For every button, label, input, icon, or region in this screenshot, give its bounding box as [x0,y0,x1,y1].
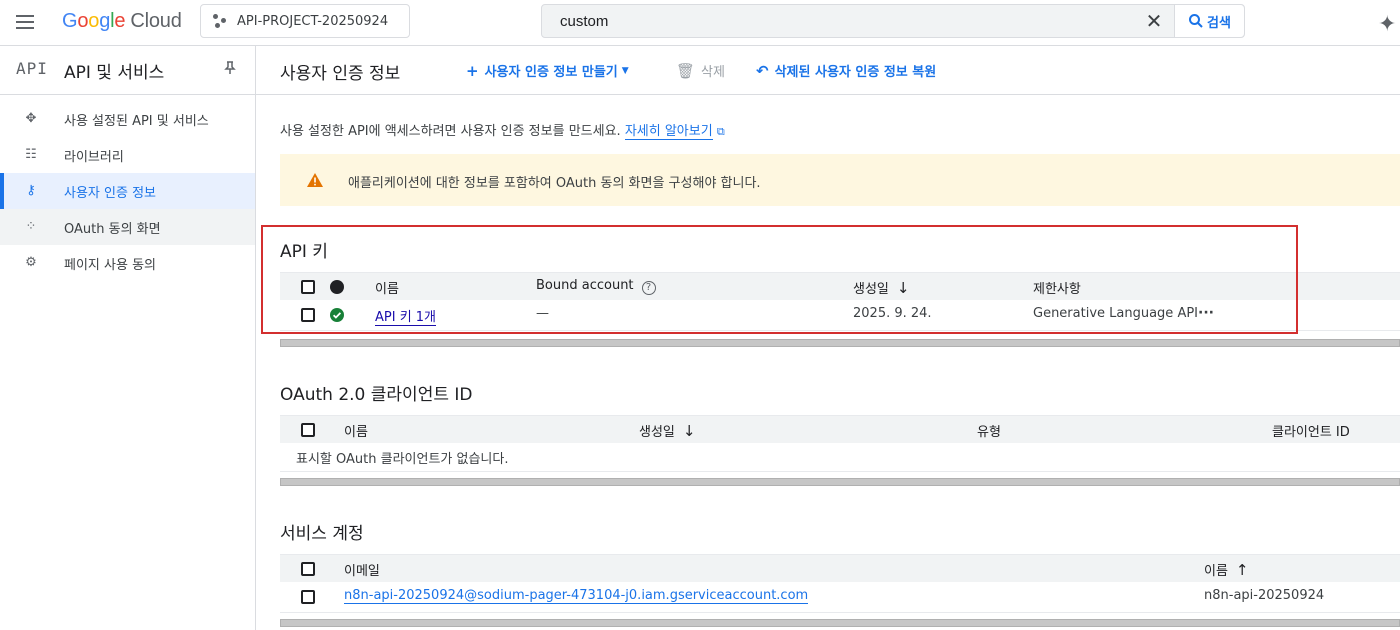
column-bound-account: Bound account? [536,278,656,295]
search-icon [1189,14,1203,28]
select-all-checkbox[interactable] [301,280,315,294]
column-name[interactable]: 이름 ↑ [1204,560,1249,579]
api-keys-table: 이름 Bound account? 생성일 ↓ 제한사항 API 키 1개 — 2… [280,272,1400,347]
key-icon: ⚷ [26,183,36,198]
table-row: n8n-api-20250924@sodium-pager-473104-j0.… [280,582,1400,613]
check-circle-icon [330,308,344,322]
select-all-checkbox[interactable] [301,423,315,437]
sidebar-item-label: 사용 설정된 API 및 서비스 [64,114,209,129]
dropdown-arrow-icon: ▼ [621,65,629,76]
bound-account-value: — [536,306,549,321]
top-bar: GoogleCloud API-PROJECT-20250924 ✕ 검색 ✦ [0,0,1400,46]
select-all-checkbox[interactable] [301,562,315,576]
sort-down-icon: ↓ [896,279,910,297]
service-accounts-title: 서비스 계정 [280,524,364,544]
column-created[interactable]: 생성일 ↓ [639,421,695,440]
column-created[interactable]: 생성일 ↓ [853,278,909,297]
sidebar-title: API 및 서비스 [64,63,165,83]
sidebar-item-credentials[interactable]: ⚷ 사용자 인증 정보 [0,173,255,209]
sidebar-header: API API 및 서비스 [0,46,255,95]
sidebar-item-label: 라이브러리 [64,150,124,165]
sidebar: API API 및 서비스 ✥ 사용 설정된 API 및 서비스 ☷ 라이브러리… [0,46,256,630]
oauth-table: 이름 생성일 ↓ 유형 클라이언트 ID 표시할 OAuth 클라이언트가 없습니… [280,415,1400,486]
sidebar-item-oauth-consent[interactable]: ⁘ OAuth 동의 화면 [0,209,255,245]
warning-banner: 애플리케이션에 대한 정보를 포함하여 OAuth 동의 화면을 구성해야 합니… [280,154,1400,206]
oauth-icon: ⁘ [25,219,37,234]
empty-row: 표시할 OAuth 클라이언트가 없습니다. [280,443,1400,472]
project-name: API-PROJECT-20250924 [237,13,389,29]
table-row: API 키 1개 — 2025. 9. 24. Generative Langu… [280,300,1400,331]
row-checkbox[interactable] [301,308,315,322]
api-keys-title: API 키 [280,242,328,262]
table-header: 이름 Bound account? 생성일 ↓ 제한사항 [280,272,1400,300]
services-icon: ✥ [25,111,37,126]
plus-icon: + [466,61,479,80]
sort-down-icon: ↓ [682,422,696,440]
column-name[interactable]: 이름 [375,278,399,297]
sort-up-icon: ↑ [1235,561,1249,579]
service-account-email-link[interactable]: n8n-api-20250924@sodium-pager-473104-j0.… [344,588,809,604]
help-icon[interactable]: ? [641,281,656,295]
sidebar-item-label: 페이지 사용 동의 [64,258,156,273]
more-actions-icon[interactable]: ··· [1198,305,1214,321]
gemini-icon[interactable]: ✦ [1378,12,1396,37]
service-account-name: n8n-api-20250924 [1204,588,1325,603]
oauth-title: OAuth 2.0 클라이언트 ID [280,385,473,405]
clear-search-icon[interactable]: ✕ [1134,5,1174,37]
library-icon: ☷ [25,147,37,162]
sidebar-item-library[interactable]: ☷ 라이브러리 [0,137,255,173]
google-cloud-logo[interactable]: Google Cloud [62,10,182,33]
sidebar-item-label: 사용자 인증 정보 [64,186,156,201]
column-client-id: 클라이언트 ID [1272,425,1350,440]
horizontal-scrollbar[interactable] [280,478,1400,486]
created-date: 2025. 9. 24. [853,306,932,321]
page-description: 사용 설정한 API에 액세스하려면 사용자 인증 정보를 만드세요. 자세히 … [280,124,725,140]
project-selector[interactable]: API-PROJECT-20250924 [200,4,410,38]
restrictions-value: Generative Language API [1033,306,1199,321]
learn-more-link[interactable]: 자세히 알아보기 [624,124,713,140]
status-column-icon [330,280,344,294]
empty-state-text: 표시할 OAuth 클라이언트가 없습니다. [296,452,509,467]
api-key-name-link[interactable]: API 키 1개 [375,310,437,326]
column-restrictions: 제한사항 [1033,282,1081,297]
undo-icon: ↶ [756,61,769,80]
table-header: 이메일 이름 ↑ [280,554,1400,582]
settings-list-icon: ⚙ [25,255,37,270]
search-input[interactable] [542,5,1134,37]
row-checkbox[interactable] [301,590,315,604]
create-credentials-button[interactable]: + 사용자 인증 정보 만들기 ▼ [466,61,629,81]
sidebar-item-page-usage-agreement[interactable]: ⚙ 페이지 사용 동의 [0,245,255,281]
horizontal-scrollbar[interactable] [280,339,1400,347]
page-title: 사용자 인증 정보 [280,64,401,84]
search-bar: ✕ 검색 [541,4,1245,38]
sidebar-item-label: OAuth 동의 화면 [64,222,161,237]
warning-icon [307,173,323,187]
pin-icon[interactable] [224,61,236,79]
sidebar-item-enabled-apis[interactable]: ✥ 사용 설정된 API 및 서비스 [0,101,255,137]
trash-icon: 🗑 [676,61,696,80]
main-menu-icon[interactable] [16,12,38,34]
external-link-icon[interactable]: ⧉ [717,125,725,138]
project-icon [213,14,227,28]
column-name[interactable]: 이름 [344,421,368,440]
restore-deleted-button[interactable]: ↶ 삭제된 사용자 인증 정보 복원 [756,61,936,81]
service-accounts-table: 이메일 이름 ↑ n8n-api-20250924@sodium-pager-47… [280,554,1400,627]
delete-button[interactable]: 🗑 삭제 [676,61,725,81]
column-type: 유형 [977,425,1001,440]
search-button[interactable]: 검색 [1174,5,1244,37]
api-logo-icon: API [16,59,48,78]
column-email[interactable]: 이메일 [344,560,380,579]
main-content: 사용자 인증 정보 + 사용자 인증 정보 만들기 ▼ 🗑 삭제 ↶ 삭제된 사… [256,46,1400,630]
page-header: 사용자 인증 정보 + 사용자 인증 정보 만들기 ▼ 🗑 삭제 ↶ 삭제된 사… [256,46,1400,95]
horizontal-scrollbar[interactable] [280,619,1400,627]
table-header: 이름 생성일 ↓ 유형 클라이언트 ID [280,415,1400,443]
banner-text: 애플리케이션에 대한 정보를 포함하여 OAuth 동의 화면을 구성해야 합니… [348,176,761,191]
